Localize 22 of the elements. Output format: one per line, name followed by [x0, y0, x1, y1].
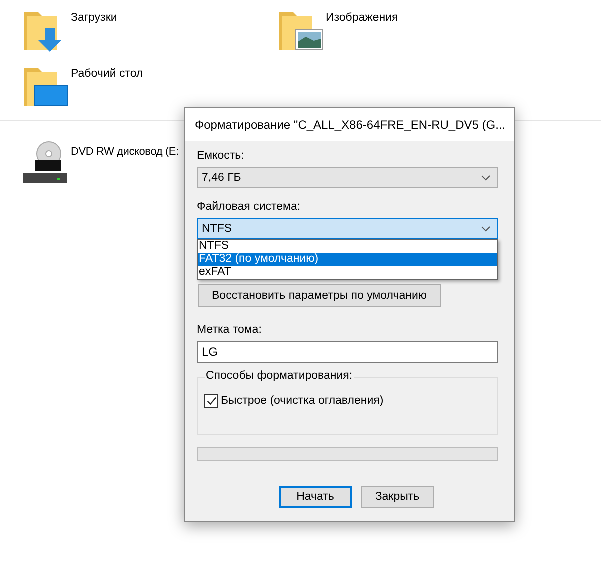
folder-label[interactable]: Загрузки [71, 12, 118, 24]
file-system-label: Файловая система: [197, 201, 302, 213]
volume-label-field[interactable]: LG [197, 341, 498, 363]
close-button[interactable]: Закрыть [361, 486, 434, 508]
start-button[interactable]: Начать [279, 486, 352, 508]
file-system-option[interactable]: exFAT [198, 266, 497, 279]
volume-label-label: Метка тома: [197, 324, 263, 336]
chevron-icon [481, 226, 491, 232]
dialog-title: Форматирование "C_ALL_X86-64FRE_EN-RU_DV5 (G... [195, 118, 506, 132]
file-system-option[interactable]: FAT32 (по умолчанию) [198, 253, 497, 266]
quick-format-label[interactable]: Быстрое (очистка оглавления) [221, 395, 384, 407]
capacity-dropdown[interactable]: 7,46 ГБ [197, 167, 498, 188]
file-system-option[interactable]: NTFS [198, 240, 497, 253]
restore-defaults-button[interactable]: Восстановить параметры по умолчанию [198, 284, 442, 307]
folder-label[interactable]: Изображения [326, 12, 398, 24]
drive-label[interactable]: DVD RW дисковод (E: [71, 146, 179, 158]
capacity-label: Емкость: [197, 150, 246, 162]
quick-format-checkbox[interactable] [204, 394, 218, 408]
chevron-icon [481, 174, 491, 180]
group-title: Способы форматирования: [205, 370, 354, 382]
file-system-dropdown[interactable]: NTFS [197, 218, 498, 239]
folder-label[interactable]: Рабочий стол [71, 68, 144, 80]
